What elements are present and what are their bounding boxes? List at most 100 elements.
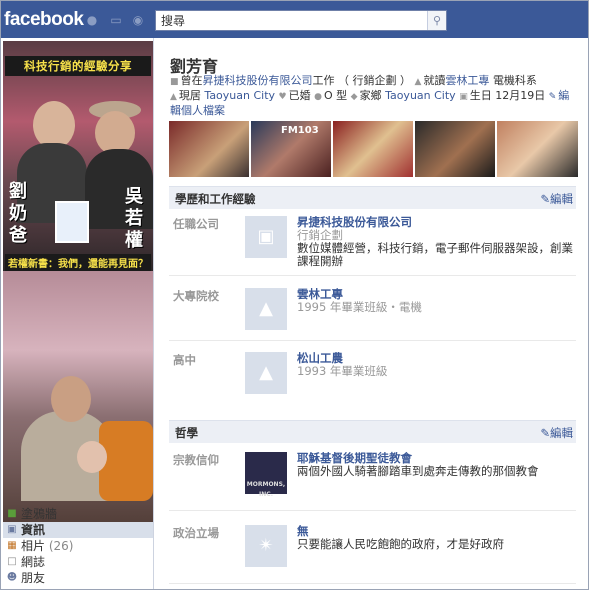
photo-thumb[interactable] bbox=[333, 121, 413, 177]
edit-label: 編輯 bbox=[550, 426, 573, 440]
summary-text: 工作 （ 行銷企劃 ） bbox=[312, 74, 412, 87]
religion-thumbnail[interactable]: MORMONS, INC. bbox=[245, 452, 287, 498]
drop-icon: ● bbox=[314, 92, 322, 102]
nav-label: 朋友 bbox=[21, 571, 46, 585]
row-label: 政治立場 bbox=[173, 526, 219, 540]
nav-label: 網誌 bbox=[21, 555, 46, 569]
row-label: 任職公司 bbox=[173, 217, 219, 231]
profile-picture-lower bbox=[3, 271, 153, 535]
education-work-header: 學歷和工作經驗 ✎編輯 bbox=[169, 186, 576, 209]
profile-picture-caption: 若權新書：我們，還能再見面？ bbox=[5, 254, 151, 271]
info-icon: ▣ bbox=[7, 524, 17, 535]
messages-icon[interactable]: ▭ bbox=[109, 13, 123, 27]
photo-thumb[interactable]: FM103 bbox=[251, 121, 331, 177]
divider bbox=[169, 583, 576, 584]
philosophy-header: 哲學 ✎編輯 bbox=[169, 420, 576, 443]
facebook-profile-window: facebook ● ▭ ◉ ⚲ 科技行銷的經驗分享 劉奶爸 吳若權 若權新書：… bbox=[0, 0, 589, 590]
calendar-icon: ▣ bbox=[459, 92, 468, 102]
heart-icon: ♥ bbox=[278, 92, 287, 102]
summary-text: 電機科系 bbox=[492, 74, 537, 87]
summary-text: 曾在 bbox=[180, 74, 203, 87]
father-face bbox=[51, 376, 91, 422]
summary-text: 家鄉 bbox=[359, 89, 382, 102]
row-body: 昇捷科技股份有限公司 行銷企劃 數位媒體經營，科技行銷，電子郵件伺服器架設，創業… bbox=[297, 216, 573, 268]
graduation-cap-icon: ▲ bbox=[245, 352, 287, 394]
row-subtitle: 1995 年畢業班級・電機 bbox=[297, 300, 422, 314]
notifications-icon[interactable]: ◉ bbox=[131, 13, 145, 27]
row-body: 無 只要能讓人民吃飽飽的政府，才是好政府 bbox=[297, 525, 573, 551]
pencil-icon: ✎ bbox=[540, 192, 550, 206]
divider bbox=[169, 275, 576, 276]
briefcase-icon: ▣ bbox=[245, 216, 287, 258]
photo-thumb[interactable] bbox=[497, 121, 578, 177]
row-subtitle: 1993 年畢業班級 bbox=[297, 364, 388, 378]
nav-info[interactable]: ▣ 資訊 bbox=[3, 522, 153, 538]
row-description: 只要能讓人民吃飽飽的政府，才是好政府 bbox=[297, 537, 504, 551]
nav-count: (26) bbox=[48, 539, 74, 553]
row-body: 松山工農 1993 年畢業班級 bbox=[297, 352, 573, 378]
row-body: 雲林工專 1995 年畢業班級・電機 bbox=[297, 288, 573, 314]
friends-icon: ☻ bbox=[6, 572, 18, 583]
network-icon: ✴ bbox=[245, 525, 287, 567]
hometown-icon: ◆ bbox=[350, 92, 358, 102]
divider bbox=[169, 340, 576, 341]
nav-label: 資訊 bbox=[21, 523, 46, 537]
notes-icon: □ bbox=[7, 556, 17, 567]
name-right: 吳若權 bbox=[125, 186, 143, 251]
nav-friends[interactable]: ☻ 朋友 bbox=[3, 570, 153, 586]
nav-photos[interactable]: ▦ 相片 (26) bbox=[3, 538, 153, 554]
summary-text: O 型 bbox=[323, 89, 348, 102]
home-icon: ▲ bbox=[170, 92, 177, 102]
photos-icon: ▦ bbox=[7, 540, 17, 551]
summary-city-link[interactable]: Taoyuan City bbox=[204, 89, 275, 102]
friend-requests-icon[interactable]: ● bbox=[85, 13, 99, 27]
facebook-logo[interactable]: facebook bbox=[4, 9, 84, 31]
thumbnail-text: MORMONS, INC. bbox=[246, 481, 286, 498]
edit-label: 編輯 bbox=[550, 192, 573, 206]
pencil-icon: ✎ bbox=[548, 92, 557, 102]
row-description: 兩個外國人騎著腳踏車到處奔走傳教的那個教會 bbox=[297, 464, 539, 478]
photo-thumb[interactable] bbox=[415, 121, 495, 177]
recent-photos-strip: FM103 bbox=[169, 121, 578, 177]
nav-notes[interactable]: □ 網誌 bbox=[3, 554, 153, 570]
edit-philosophy-link[interactable]: ✎編輯 bbox=[540, 425, 573, 441]
photo-overlay-text: FM103 bbox=[281, 125, 319, 136]
search-input[interactable] bbox=[156, 11, 426, 30]
top-bar: facebook ● ▭ ◉ ⚲ bbox=[1, 1, 588, 38]
divider bbox=[169, 510, 576, 511]
profile-picture-upper: 科技行銷的經驗分享 劉奶爸 吳若權 若權新書：我們，還能再見面？ bbox=[3, 41, 153, 271]
left-nav: ■ 塗鴉牆 ▣ 資訊 ▦ 相片 (26) □ 網誌 ☻ 朋友 bbox=[3, 506, 153, 586]
nav-label: 塗鴉牆 bbox=[21, 507, 58, 521]
pencil-icon: ✎ bbox=[540, 426, 550, 440]
education-icon: ▲ bbox=[414, 77, 422, 87]
profile-picture[interactable]: 科技行銷的經驗分享 劉奶爸 吳若權 若權新書：我們，還能再見面？ bbox=[3, 41, 153, 535]
briefcase-icon: ■ bbox=[170, 77, 179, 87]
summary-text: 已婚 bbox=[288, 89, 311, 102]
summary-text: 現居 bbox=[178, 89, 201, 102]
graduation-cap-icon: ▲ bbox=[245, 288, 287, 330]
summary-text: 生日 12月19日 bbox=[469, 89, 546, 102]
search-icon[interactable]: ⚲ bbox=[427, 11, 446, 30]
wall-icon: ■ bbox=[7, 508, 17, 519]
name-left: 劉奶爸 bbox=[9, 181, 27, 246]
nav-wall[interactable]: ■ 塗鴉牆 bbox=[3, 506, 153, 522]
row-body: 耶穌基督後期聖徒教會 兩個外國人騎著腳踏車到處奔走傳教的那個教會 bbox=[297, 452, 573, 478]
edit-education-link[interactable]: ✎編輯 bbox=[540, 191, 573, 207]
row-label: 宗教信仰 bbox=[173, 453, 219, 467]
photo-thumb[interactable] bbox=[169, 121, 249, 177]
summary-text: 就讀 bbox=[423, 74, 446, 87]
book-cover bbox=[55, 201, 89, 243]
left-column: 科技行銷的經驗分享 劉奶爸 吳若權 若權新書：我們，還能再見面？ ■ 塗鴉牆 ▣… bbox=[1, 38, 153, 589]
summary-hometown-link[interactable]: Taoyuan City bbox=[385, 89, 456, 102]
summary-school-link[interactable]: 雲林工專 bbox=[445, 74, 489, 87]
summary-company-link[interactable]: 昇捷科技股份有限公司 bbox=[203, 74, 313, 87]
search-box: ⚲ bbox=[155, 10, 447, 31]
main-column: 劉芳育 ■ 曾在昇捷科技股份有限公司工作 （ 行銷企劃 ） ▲ 就讀雲林工專 電機科… bbox=[154, 38, 588, 589]
person-face-left bbox=[33, 101, 75, 149]
profile-summary: ■ 曾在昇捷科技股份有限公司工作 （ 行銷企劃 ） ▲ 就讀雲林工專 電機科系 ▲ 現… bbox=[170, 74, 576, 117]
row-description: 數位媒體經營，科技行銷，電子郵件伺服器架設，創業課程開辦 bbox=[297, 241, 573, 268]
stroller bbox=[99, 421, 153, 501]
profile-picture-title: 科技行銷的經驗分享 bbox=[5, 56, 151, 76]
row-label: 大專院校 bbox=[173, 289, 219, 303]
section-title: 學歷和工作經驗 bbox=[175, 192, 256, 206]
